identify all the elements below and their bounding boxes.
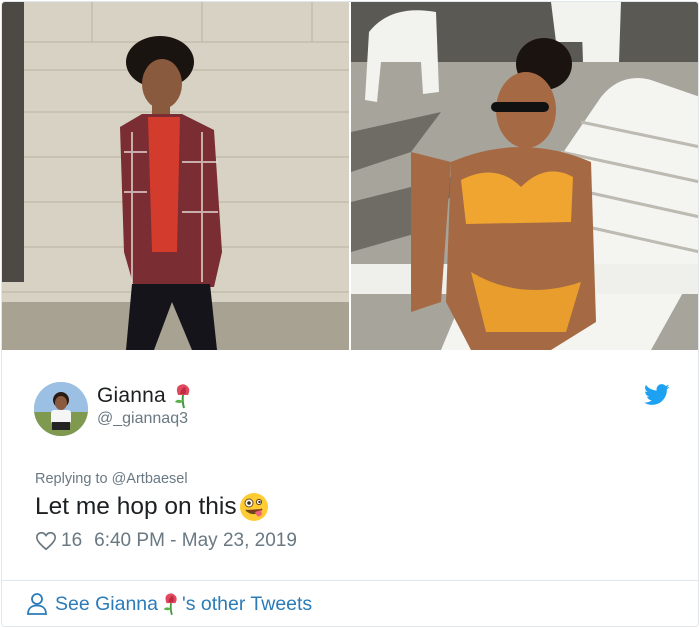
like-count[interactable]: 16 [61,530,82,552]
tweet-text-content: Let me hop on this [35,493,237,520]
heart-icon[interactable] [35,530,57,552]
tweet-media-grid [2,2,698,350]
tweet-photo-left[interactable] [2,2,349,350]
reply-context[interactable]: Replying to @Artbaesel [35,471,188,487]
rose-icon [162,592,180,616]
see-other-tweets-link[interactable]: See Gianna 's other Tweets [26,592,312,616]
twitter-bird-icon[interactable] [644,384,670,406]
see-other-tweets-suffix[interactable]: 's other Tweets [182,593,312,616]
avatar[interactable] [34,382,88,436]
footer-divider [2,580,698,581]
zany-face-icon [239,492,269,522]
author-handle[interactable]: @_giannaq3 [97,410,188,428]
embedded-tweet-card: Gianna @_giannaq3 Replying to @Artbaesel… [1,1,699,627]
person-icon [26,592,48,616]
tweet-text: Let me hop on this [35,492,269,522]
see-other-tweets-prefix[interactable]: See Gianna [55,593,158,616]
author-name-row[interactable]: Gianna [97,383,193,409]
tweet-photo-right[interactable] [351,2,698,350]
rose-icon [173,383,193,409]
tweet-meta: 16 6:40 PM - May 23, 2019 [35,530,297,552]
tweet-timestamp[interactable]: 6:40 PM - May 23, 2019 [94,530,297,552]
author-display-name[interactable]: Gianna [97,384,166,408]
